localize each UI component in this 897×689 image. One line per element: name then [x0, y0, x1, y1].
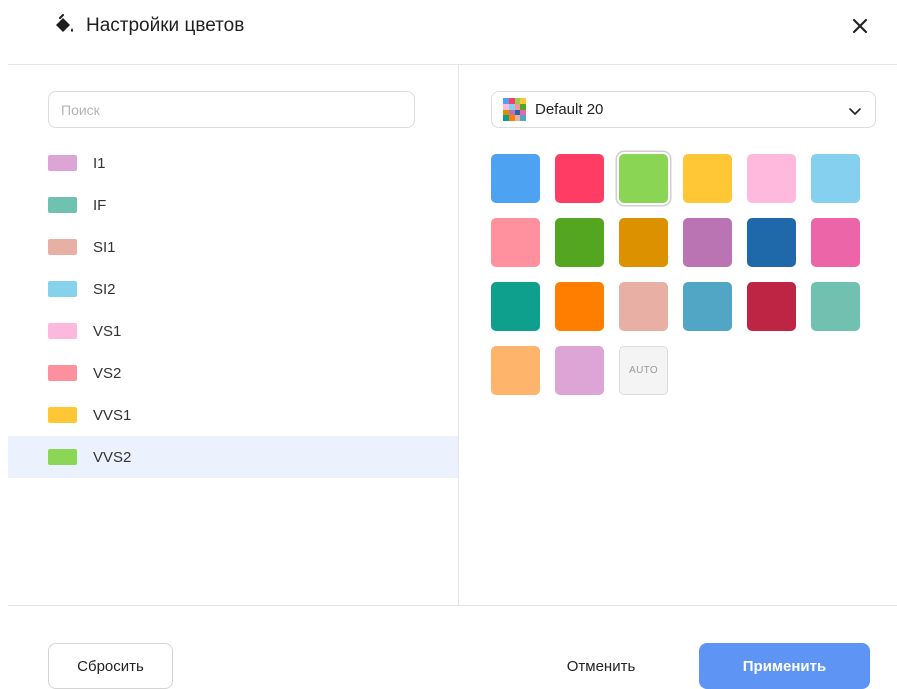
color-swatch[interactable]	[683, 282, 732, 331]
color-swatch[interactable]	[491, 218, 540, 267]
list-item[interactable]: SI1	[8, 226, 458, 268]
palette-icon	[503, 98, 526, 121]
footer-divider	[8, 605, 897, 606]
item-label: I1	[93, 154, 106, 172]
item-color-swatch	[48, 323, 77, 339]
item-color-swatch	[48, 281, 77, 297]
color-grid: AUTO	[491, 154, 871, 395]
reset-button[interactable]: Сбросить	[48, 643, 173, 689]
color-swatch[interactable]	[491, 154, 540, 203]
color-swatch[interactable]	[619, 154, 668, 203]
color-swatch[interactable]	[491, 282, 540, 331]
color-swatch[interactable]	[683, 154, 732, 203]
list-item[interactable]: VVS1	[8, 394, 458, 436]
panel-divider	[458, 64, 459, 605]
item-label: SI2	[93, 280, 116, 298]
color-swatch[interactable]	[619, 282, 668, 331]
item-list: I1 IF SI1 SI2 VS1 VS2 VVS1 VVS2	[8, 142, 458, 478]
color-swatch[interactable]	[555, 218, 604, 267]
header-divider	[8, 64, 897, 65]
item-color-swatch	[48, 449, 77, 465]
paint-bucket-icon	[56, 14, 74, 32]
item-color-swatch	[48, 407, 77, 423]
list-item[interactable]: SI2	[8, 268, 458, 310]
color-swatch[interactable]	[747, 218, 796, 267]
color-swatch[interactable]	[747, 154, 796, 203]
cancel-button[interactable]: Отменить	[545, 643, 657, 689]
item-color-swatch	[48, 365, 77, 381]
search-input[interactable]	[48, 91, 415, 128]
list-item[interactable]: IF	[8, 184, 458, 226]
item-label: VVS1	[93, 406, 132, 424]
dialog-title: Настройки цветов	[86, 15, 245, 36]
color-swatch[interactable]	[555, 154, 604, 203]
color-swatch[interactable]	[491, 346, 540, 395]
item-label: SI1	[93, 238, 116, 256]
color-swatch[interactable]	[683, 218, 732, 267]
dialog-header: Настройки цветов	[0, 0, 897, 64]
item-label: VS2	[93, 364, 122, 382]
list-item[interactable]: VS1	[8, 310, 458, 352]
color-swatch[interactable]	[619, 218, 668, 267]
apply-button[interactable]: Применить	[699, 643, 870, 689]
item-label: VS1	[93, 322, 122, 340]
chevron-down-icon	[849, 108, 861, 115]
item-label: VVS2	[93, 448, 132, 466]
color-swatch[interactable]	[555, 282, 604, 331]
color-swatch[interactable]	[555, 346, 604, 395]
color-swatch[interactable]	[811, 282, 860, 331]
auto-color-button[interactable]: AUTO	[619, 346, 668, 395]
item-label: IF	[93, 196, 107, 214]
palette-select[interactable]: Default 20	[491, 91, 876, 128]
item-color-swatch	[48, 239, 77, 255]
list-item[interactable]: VS2	[8, 352, 458, 394]
palette-name: Default 20	[535, 101, 604, 118]
list-item[interactable]: VVS2	[8, 436, 458, 478]
color-swatch[interactable]	[811, 154, 860, 203]
color-swatch[interactable]	[747, 282, 796, 331]
item-color-swatch	[48, 197, 77, 213]
color-swatch[interactable]	[811, 218, 860, 267]
close-icon[interactable]	[846, 12, 874, 40]
item-color-swatch	[48, 155, 77, 171]
list-item[interactable]: I1	[8, 142, 458, 184]
